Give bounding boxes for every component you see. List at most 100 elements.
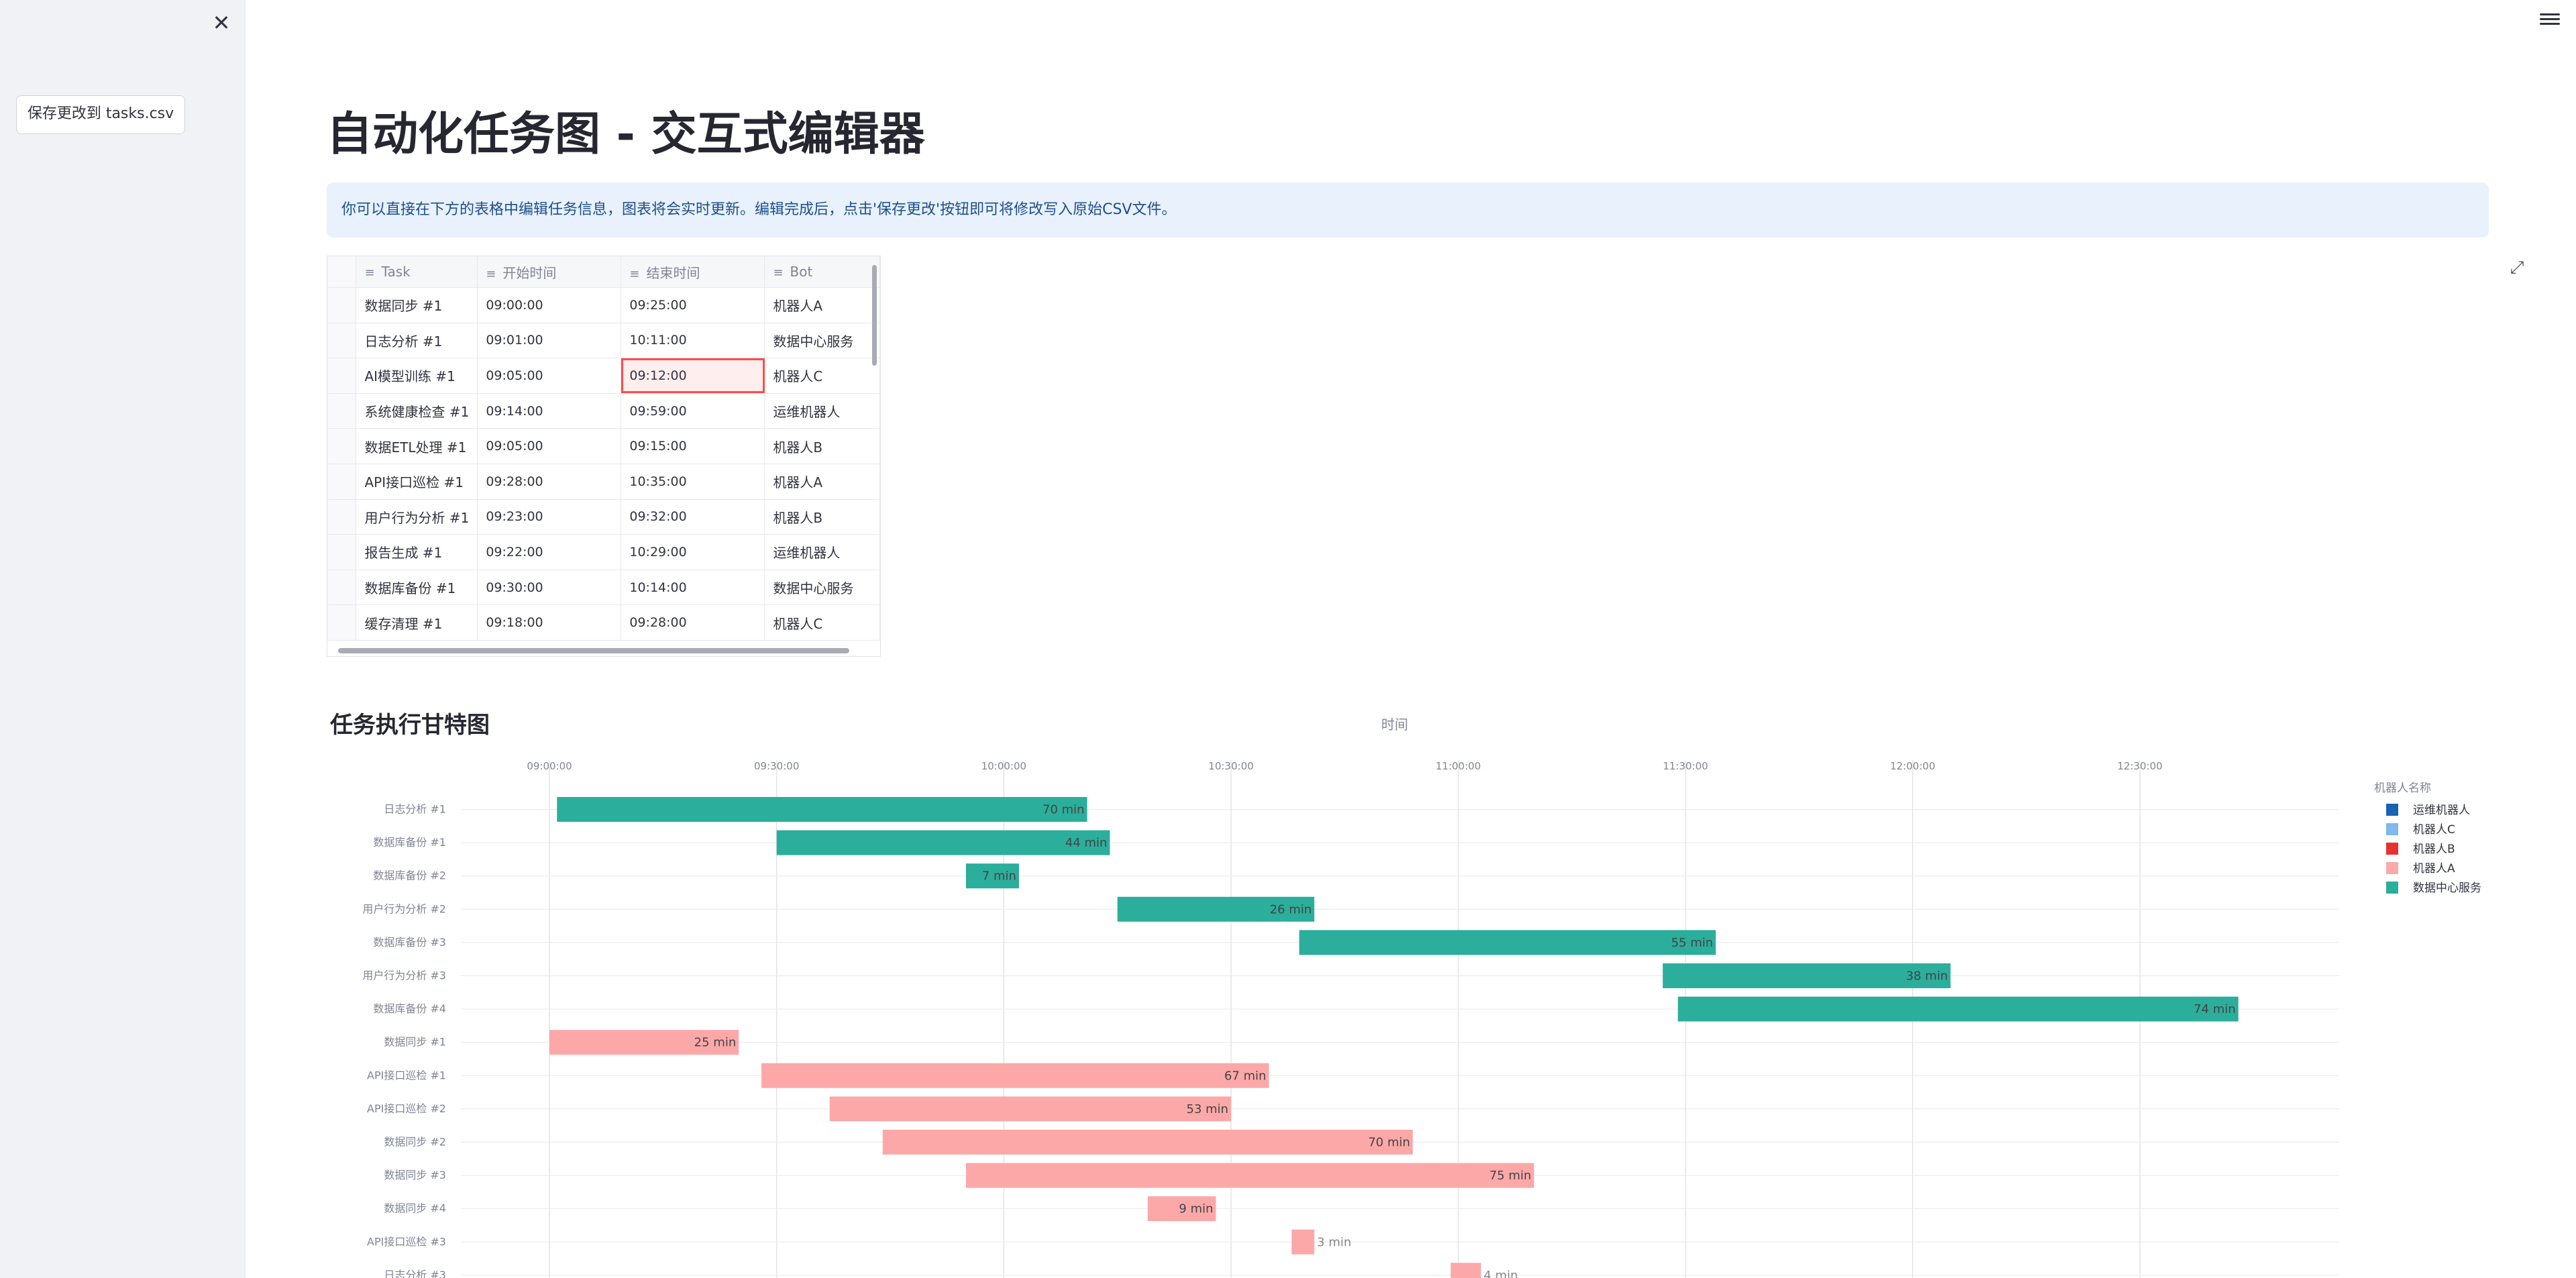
- column-header-start[interactable]: ≡ 开始时间: [477, 256, 622, 288]
- table-row[interactable]: 报告生成 #1 09:22:00 10:29:00 运维机器人: [327, 534, 880, 570]
- legend-label: 机器人B: [2413, 843, 2455, 856]
- table-cell[interactable]: 09:12:00: [621, 358, 765, 394]
- gantt-bar: [1299, 930, 1716, 955]
- row-index-cell[interactable]: [327, 499, 357, 535]
- table-cell[interactable]: 运维机器人: [764, 393, 880, 429]
- row-index-cell[interactable]: [327, 323, 357, 359]
- table-cell[interactable]: 09:00:00: [477, 287, 622, 323]
- table-cell[interactable]: 09:01:00: [477, 323, 622, 359]
- table-cell[interactable]: 报告生成 #1: [356, 534, 478, 570]
- table-cell[interactable]: 机器人C: [764, 358, 880, 394]
- y-tick-label: 用户行为分析 #2: [362, 902, 446, 915]
- table-cell[interactable]: 10:35:00: [621, 464, 765, 500]
- row-index-cell[interactable]: [327, 358, 357, 394]
- x-axis-label: 时间: [1381, 716, 1408, 733]
- column-header-task[interactable]: ≡ Task: [356, 256, 478, 288]
- row-index-cell[interactable]: [327, 570, 357, 606]
- text-column-icon: ≡: [773, 266, 784, 280]
- row-index-cell[interactable]: [327, 604, 357, 641]
- table-row[interactable]: 缓存清理 #1 09:18:00 09:28:00 机器人C: [327, 604, 880, 641]
- row-index-cell[interactable]: [327, 393, 357, 429]
- fullscreen-icon[interactable]: ⤢: [2508, 258, 2526, 277]
- table-cell[interactable]: 09:25:00: [621, 287, 765, 323]
- table-cell[interactable]: 机器人A: [764, 464, 880, 500]
- table-cell[interactable]: 机器人C: [764, 604, 880, 641]
- column-label: Task: [381, 264, 411, 280]
- table-row[interactable]: 日志分析 #1 09:01:00 10:11:00 数据中心服务: [327, 323, 880, 359]
- table-cell[interactable]: 日志分析 #1: [356, 323, 478, 359]
- y-tick-label: 数据同步 #3: [384, 1169, 446, 1181]
- table-cell[interactable]: 09:28:00: [477, 464, 622, 500]
- table-header-row: ≡ Task ≡ 开始时间 ≡ 结束时间 ≡ Bot: [327, 256, 880, 288]
- gantt-bar: [829, 1096, 1232, 1122]
- table-cell[interactable]: 机器人A: [764, 287, 880, 323]
- bar-label: 7 min: [982, 869, 1016, 884]
- menu-icon[interactable]: [2540, 11, 2560, 31]
- y-tick-label: 数据同步 #2: [384, 1136, 446, 1149]
- data-editor[interactable]: ≡ Task ≡ 开始时间 ≡ 结束时间 ≡ Bot 数据同步 #1 09:00:00 09…: [327, 256, 881, 657]
- legend-label: 运维机器人: [2413, 804, 2470, 817]
- gantt-bar: [1450, 1263, 1481, 1278]
- table-row[interactable]: 数据同步 #1 09:00:00 09:25:00 机器人A: [327, 287, 880, 323]
- y-tick-label: API接口巡检 #3: [367, 1235, 446, 1248]
- table-cell[interactable]: 09:28:00: [621, 604, 765, 641]
- legend-title: 机器人名称: [2374, 782, 2431, 795]
- y-tick-label: 日志分析 #1: [384, 803, 446, 816]
- table-cell[interactable]: 09:15:00: [621, 428, 765, 464]
- table-cell[interactable]: 10:29:00: [621, 534, 765, 570]
- legend-swatch: [2386, 804, 2398, 816]
- table-cell[interactable]: 09:05:00: [477, 428, 622, 464]
- close-icon[interactable]: ✕: [209, 11, 233, 35]
- x-tick-label: 10:30:00: [1208, 760, 1253, 772]
- table-cell[interactable]: 09:05:00: [477, 358, 622, 394]
- bar-label: 4 min: [1484, 1269, 1518, 1278]
- table-cell[interactable]: 数据中心服务: [764, 570, 880, 606]
- table-cell[interactable]: 09:32:00: [621, 499, 765, 535]
- table-cell[interactable]: 缓存清理 #1: [356, 604, 478, 641]
- table-cell[interactable]: 数据库备份 #1: [356, 570, 478, 606]
- vertical-scrollbar[interactable]: [872, 265, 877, 366]
- table-cell[interactable]: 10:14:00: [621, 570, 765, 606]
- table-cell[interactable]: 运维机器人: [764, 534, 880, 570]
- bar-label: 55 min: [1671, 936, 1713, 950]
- gantt-bar: [761, 1063, 1269, 1088]
- table-cell[interactable]: 09:59:00: [621, 393, 765, 429]
- table-row[interactable]: 数据库备份 #1 09:30:00 10:14:00 数据中心服务: [327, 570, 880, 606]
- row-index-cell[interactable]: [327, 287, 357, 323]
- row-index-cell[interactable]: [327, 428, 357, 464]
- table-cell[interactable]: 09:23:00: [477, 499, 622, 535]
- table-cell[interactable]: 系统健康检查 #1: [356, 393, 478, 429]
- gantt-bar: [557, 797, 1087, 822]
- table-cell[interactable]: 09:22:00: [477, 534, 622, 570]
- x-tick-label: 09:30:00: [754, 760, 799, 772]
- table-cell[interactable]: 数据ETL处理 #1: [356, 428, 478, 464]
- bar-label: 70 min: [1368, 1136, 1410, 1150]
- table-cell[interactable]: 09:14:00: [477, 393, 622, 429]
- row-index-cell[interactable]: [327, 534, 357, 570]
- column-header-bot[interactable]: ≡ Bot: [764, 256, 880, 288]
- table-cell[interactable]: 机器人B: [764, 499, 880, 535]
- table-cell[interactable]: 09:18:00: [477, 604, 622, 641]
- table-cell[interactable]: 机器人B: [764, 428, 880, 464]
- table-row[interactable]: AI模型训练 #1 09:05:00 09:12:00 机器人C: [327, 358, 880, 394]
- bar-label: 26 min: [1270, 902, 1312, 916]
- table-cell[interactable]: API接口巡检 #1: [356, 464, 478, 500]
- table-cell[interactable]: 数据中心服务: [764, 323, 880, 359]
- horizontal-scrollbar[interactable]: [338, 648, 849, 653]
- table-cell[interactable]: 数据同步 #1: [356, 287, 478, 323]
- table-cell[interactable]: 10:11:00: [621, 323, 765, 359]
- table-cell[interactable]: AI模型训练 #1: [356, 358, 478, 394]
- gantt-bar: [965, 1163, 1534, 1188]
- y-tick-label: 数据同步 #4: [384, 1202, 446, 1215]
- sidebar: ✕ 保存更改到 tasks.csv: [0, 0, 246, 1278]
- column-header-end[interactable]: ≡ 结束时间: [621, 256, 765, 288]
- save-changes-button[interactable]: 保存更改到 tasks.csv: [16, 95, 185, 134]
- table-cell[interactable]: 09:30:00: [477, 570, 622, 606]
- table-row[interactable]: 系统健康检查 #1 09:14:00 09:59:00 运维机器人: [327, 393, 880, 429]
- row-index-header: [327, 256, 357, 288]
- table-row[interactable]: 用户行为分析 #1 09:23:00 09:32:00 机器人B: [327, 499, 880, 535]
- row-index-cell[interactable]: [327, 464, 357, 500]
- table-row[interactable]: API接口巡检 #1 09:28:00 10:35:00 机器人A: [327, 464, 880, 500]
- table-row[interactable]: 数据ETL处理 #1 09:05:00 09:15:00 机器人B: [327, 428, 880, 464]
- table-cell[interactable]: 用户行为分析 #1: [356, 499, 478, 535]
